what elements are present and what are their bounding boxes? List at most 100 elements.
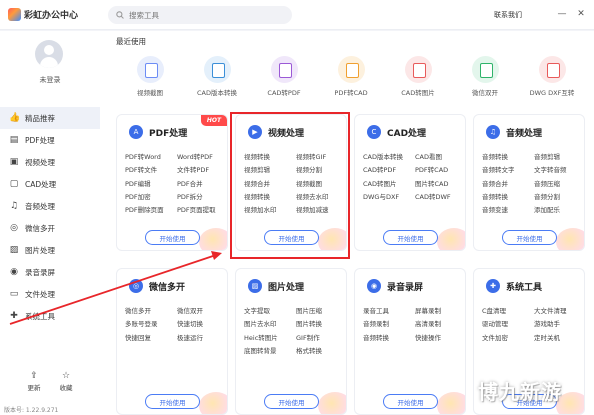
sidebar-item-3[interactable]: ▣ 视频处理: [0, 151, 100, 173]
recent-tool-5[interactable]: CAD转图片: [388, 56, 448, 97]
tool-link[interactable]: 微信双开: [177, 305, 225, 315]
tool-link[interactable]: 屏幕录制: [415, 305, 463, 315]
tool-link[interactable]: 音频剪辑: [534, 151, 582, 161]
tool-link[interactable]: 快速切换: [177, 318, 225, 328]
tool-link[interactable]: 多账号登录: [125, 318, 177, 328]
tool-link[interactable]: C盘清理: [482, 305, 534, 315]
tool-link[interactable]: 图片压缩: [296, 305, 344, 315]
card-tool-list: C盘清理 大文件清理 驱动管理 游戏助手 文件加密 定时关机: [482, 305, 582, 342]
sidebar-item-8[interactable]: ◉ 录音录屏: [0, 261, 100, 283]
close-button[interactable]: ✕: [575, 8, 587, 20]
tool-link[interactable]: Heic转图片: [244, 332, 296, 342]
tool-link[interactable]: 底图转背景: [244, 345, 296, 355]
card-header: ◎ 微信多开: [129, 279, 185, 293]
tool-link[interactable]: PDF拆分: [177, 191, 225, 201]
sidebar-item-4[interactable]: ▢ CAD处理: [0, 173, 100, 195]
tool-link[interactable]: 快捷操作: [415, 332, 463, 342]
sidebar-item-10[interactable]: ✚ 系统工具: [0, 305, 100, 327]
minimize-button[interactable]: —: [556, 8, 568, 20]
card-decoration: [556, 228, 584, 250]
tool-link[interactable]: DWG与DXF: [363, 191, 415, 201]
start-use-button[interactable]: 开始使用: [264, 394, 319, 409]
tool-link[interactable]: 大文件清理: [534, 305, 582, 315]
favorite-button[interactable]: ☆ 收藏: [54, 371, 78, 392]
sidebar-item-7[interactable]: ▨ 图片处理: [0, 239, 100, 261]
tool-link[interactable]: 游戏助手: [534, 318, 582, 328]
tool-link[interactable]: PDF编辑: [125, 178, 177, 188]
tool-link[interactable]: 格式转换: [296, 345, 344, 355]
tool-link[interactable]: 文件加密: [482, 332, 534, 342]
tool-link[interactable]: PDF页面提取: [177, 204, 225, 214]
tool-link[interactable]: 音频转换: [482, 191, 534, 201]
sidebar-item-2[interactable]: ▤ PDF处理: [0, 129, 100, 151]
tool-link[interactable]: 高清录制: [415, 318, 463, 328]
tool-link[interactable]: 音频转换: [482, 151, 534, 161]
start-use-button[interactable]: 开始使用: [383, 394, 438, 409]
tool-link[interactable]: GIF制作: [296, 332, 344, 342]
tool-link[interactable]: CAD转DWF: [415, 191, 463, 201]
tool-link[interactable]: 音频转文字: [482, 164, 534, 174]
watermark: 博九新游: [478, 380, 562, 404]
sidebar-item-9[interactable]: ▭ 文件处理: [0, 283, 100, 305]
sidebar-item-6[interactable]: ◎ 微信多开: [0, 217, 100, 239]
card-decoration: [199, 228, 227, 250]
sidebar-item-1[interactable]: 👍 精品推荐: [0, 107, 100, 129]
tool-link[interactable]: CAD版本转换: [363, 151, 415, 161]
tool-link[interactable]: CAD看图: [415, 151, 463, 161]
recent-tool-1[interactable]: 视频截图: [120, 56, 180, 97]
login-status[interactable]: 未登录: [0, 75, 100, 85]
tool-link[interactable]: 极速运行: [177, 332, 225, 342]
search-box[interactable]: [108, 6, 292, 24]
tool-link[interactable]: 音频合并: [482, 178, 534, 188]
folder-icon: ▭: [9, 289, 19, 299]
tool-link[interactable]: 音频录制: [363, 318, 415, 328]
sidebar-item-5[interactable]: ♫ 音频处理: [0, 195, 100, 217]
tool-link[interactable]: 图片转换: [296, 318, 344, 328]
tool-link[interactable]: PDF转文件: [125, 164, 177, 174]
tool-link[interactable]: 文字转音频: [534, 164, 582, 174]
tool-link[interactable]: 添加配乐: [534, 204, 582, 214]
recent-tool-2[interactable]: CAD版本转换: [187, 56, 247, 97]
tool-link[interactable]: 文件转PDF: [177, 164, 225, 174]
tool-link[interactable]: 定时关机: [534, 332, 582, 342]
tool-link[interactable]: PDF转CAD: [415, 164, 463, 174]
recent-tool-icon: [337, 56, 365, 83]
tool-link[interactable]: 音频变速: [482, 204, 534, 214]
update-button[interactable]: ⇪ 更新: [22, 371, 46, 392]
recent-tool-3[interactable]: CAD转PDF: [254, 56, 314, 97]
tool-link[interactable]: PDF转Word: [125, 151, 177, 161]
tool-link[interactable]: CAD转PDF: [363, 164, 415, 174]
contact-us-link[interactable]: 联系我们: [494, 10, 522, 20]
tool-link[interactable]: 音频压缩: [534, 178, 582, 188]
start-use-button[interactable]: 开始使用: [383, 230, 438, 245]
avatar[interactable]: [35, 40, 63, 68]
tool-link[interactable]: Word转PDF: [177, 151, 225, 161]
recent-tool-label: 视频截图: [137, 89, 163, 97]
recent-tool-4[interactable]: PDF转CAD: [321, 56, 381, 97]
search-input[interactable]: [129, 10, 279, 20]
tool-link[interactable]: 音频转换: [363, 332, 415, 342]
tool-link[interactable]: 快捷回复: [125, 332, 177, 342]
tool-link[interactable]: 图片转CAD: [415, 178, 463, 188]
tool-link[interactable]: 音频分割: [534, 191, 582, 201]
tool-link[interactable]: 图片去水印: [244, 318, 296, 328]
sidebar-nav: 👍 精品推荐 ▤ PDF处理 ▣ 视频处理 ▢ CAD处理 ♫ 音频处理 ◎ 微信多开 ▨ 图片处理 ◉ 录音…: [0, 107, 100, 327]
tool-link[interactable]: CAD转图片: [363, 178, 415, 188]
recent-tool-label: CAD版本转换: [197, 89, 237, 97]
start-use-button[interactable]: 开始使用: [145, 394, 200, 409]
start-use-button[interactable]: 开始使用: [145, 230, 200, 245]
card-header: ✚ 系统工具: [486, 279, 542, 293]
tool-link[interactable]: PDF加密: [125, 191, 177, 201]
tool-link[interactable]: 录音工具: [363, 305, 415, 315]
tool-link[interactable]: 驱动管理: [482, 318, 534, 328]
card-tool-list: 文字提取 图片压缩 图片去水印 图片转换 Heic转图片 GIF制作 底图转背景 格式转换: [244, 305, 344, 355]
tool-link[interactable]: 文字提取: [244, 305, 296, 315]
recent-tool-7[interactable]: DWG DXF互转: [522, 56, 582, 97]
card-category-icon: ♫: [486, 125, 500, 139]
app-title: 彩虹办公中心: [24, 11, 79, 21]
start-use-button[interactable]: 开始使用: [502, 230, 557, 245]
tool-link[interactable]: PDF合并: [177, 178, 225, 188]
tool-link[interactable]: 微信多开: [125, 305, 177, 315]
recent-tool-6[interactable]: 微信双开: [455, 56, 515, 97]
tool-link[interactable]: PDF删除页面: [125, 204, 177, 214]
